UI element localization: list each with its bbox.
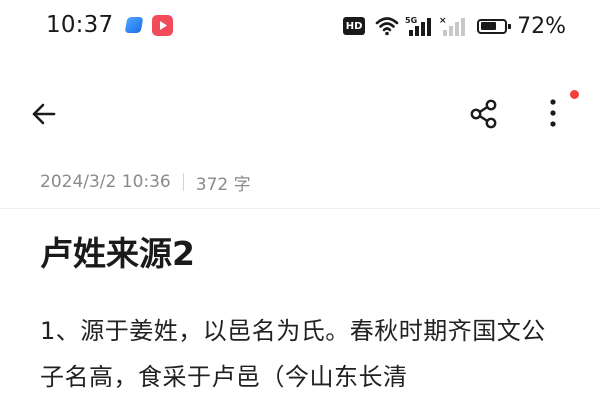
signal-no-service-icon: ×: [439, 16, 466, 36]
video-app-icon: [152, 15, 173, 36]
back-button[interactable]: [24, 92, 68, 136]
note-toolbar: [0, 84, 600, 140]
note-title[interactable]: 卢姓来源2: [40, 234, 195, 274]
hd-voice-icon: HD: [343, 17, 366, 35]
note-date: 2024/3/2 10:36: [40, 172, 171, 192]
note-meta: 2024/3/2 10:36 372 字: [40, 170, 251, 195]
meta-separator: [182, 173, 184, 191]
note-word-count: 372 字: [195, 174, 251, 195]
app-notification-icon: [124, 17, 144, 33]
more-vertical-icon: [550, 99, 556, 127]
network-type-label: 5G: [405, 16, 417, 25]
status-time: 10:37: [46, 12, 114, 38]
note-body[interactable]: 1、源于姜姓，以邑名为氏。春秋时期齐国文公子名高，食采于卢邑（今山东长清: [40, 308, 560, 400]
meta-divider: [0, 208, 600, 209]
battery-percent: 72%: [517, 13, 566, 39]
wifi-icon: [375, 17, 399, 36]
battery-level: [480, 22, 497, 30]
arrow-left-icon: [32, 103, 56, 125]
share-button[interactable]: [462, 92, 506, 136]
battery-icon: [477, 18, 512, 34]
status-bar: 10:37 HD 5G × 72%: [0, 0, 600, 54]
svg-text:×: ×: [439, 16, 447, 26]
signal-5g-icon: 5G: [405, 16, 432, 36]
notification-dot: [570, 90, 579, 99]
share-icon: [470, 99, 497, 129]
more-options-button[interactable]: [532, 90, 576, 136]
status-indicators: HD 5G × 72%: [343, 12, 566, 40]
